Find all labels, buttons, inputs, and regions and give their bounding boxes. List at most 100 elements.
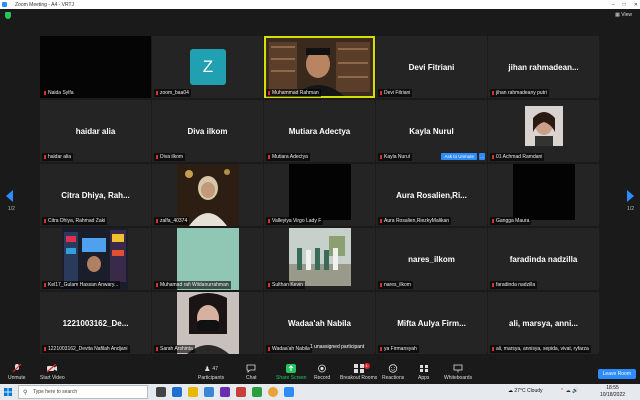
microphone-muted-icon (12, 364, 22, 373)
reactions-button[interactable]: Reactions (382, 364, 404, 381)
task-view-icon[interactable] (156, 387, 166, 397)
meeting-toolbar: Unmute Start Video ♟ 47 Participants Chat… (0, 362, 640, 384)
maximize-icon[interactable]: □ (623, 2, 626, 8)
participant-tile[interactable]: Mutiara Adectya Mutiara Adectya (264, 100, 375, 162)
participant-tile[interactable]: Aura Rosalien,Ri... Aura Rosalien,Riezky… (376, 164, 487, 226)
ask-to-unmute-button[interactable]: Ask to Unmute (441, 153, 477, 160)
apps-button[interactable]: Apps (418, 364, 429, 381)
edge-icon[interactable] (172, 387, 182, 397)
participant-tile[interactable]: 1221003162_De... 1221003162_Devita Nafil… (40, 292, 151, 354)
participant-label: Gangga Maura (490, 217, 532, 225)
whiteboards-label: Whiteboards (444, 375, 473, 381)
whiteboards-button[interactable]: Whiteboards (444, 364, 472, 381)
participant-tile[interactable]: Z zoom_baa04 (152, 36, 263, 98)
close-icon[interactable]: ✕ (634, 2, 638, 8)
participant-tile[interactable]: Devi Fitriani Devi Fitriani (376, 36, 487, 98)
participants-label: Participants (198, 375, 225, 381)
record-label: Record (314, 375, 331, 381)
profile-photo (525, 106, 563, 146)
taskbar-search-input[interactable]: ⚲ Type here to search (18, 385, 148, 399)
participant-tile[interactable]: Kayla Nurul Kayla Nurul Ask to Unmute ..… (376, 100, 487, 162)
participant-tile[interactable]: zalfa_40374 (152, 164, 263, 226)
participant-label: haidar alia (42, 153, 74, 161)
apps-label: Apps (418, 375, 430, 381)
participant-tile[interactable]: haidar alia haidar alia (40, 100, 151, 162)
participant-tile[interactable]: Valleyiya Virgo Lady F (264, 164, 375, 226)
participant-tile[interactable]: Muhamad rafi Wildanurrahman (152, 228, 263, 290)
camera-off-icon (47, 364, 58, 373)
view-label: View (621, 12, 632, 18)
video-feed (513, 164, 575, 220)
participant-label: Citra Dhiya, Rahmad Zaki (42, 217, 108, 225)
cloud-icon: ☁ (508, 388, 513, 394)
video-feed (289, 228, 351, 286)
store-icon[interactable] (220, 387, 230, 397)
mail-icon[interactable] (204, 387, 214, 397)
search-icon: ⚲ (23, 389, 28, 396)
search-placeholder: Type here to search (33, 389, 78, 395)
participants-button[interactable]: ♟ 47 Participants (198, 364, 225, 382)
participant-label: zoom_baa04 (154, 89, 191, 97)
participant-label: jihan rahmadeany putri (490, 89, 549, 97)
participants-count: 47 (212, 365, 218, 372)
participant-tile[interactable]: Diva ilkom Diva ilkom (152, 100, 263, 162)
whiteboard-icon (453, 364, 463, 373)
participant-tile[interactable]: nares_ilkom nares_ilkom (376, 228, 487, 290)
share-screen-button[interactable]: Share Screen (276, 364, 307, 381)
participant-tile[interactable]: Sarah Arshinta (152, 292, 263, 354)
zoom-taskbar-icon[interactable] (284, 387, 294, 397)
unmute-button[interactable]: Unmute (8, 364, 26, 381)
video-feed (289, 164, 351, 220)
participant-label: Kel17_Gulam Hassan Anwary... (42, 281, 121, 289)
start-video-button[interactable]: Start Video (40, 364, 65, 381)
participant-tile[interactable]: jihan rahmadean... jihan rahmadeany putr… (488, 36, 599, 98)
participant-tile[interactable]: Kel17_Gulam Hassan Anwary... (40, 228, 151, 290)
minimize-icon[interactable]: – (612, 2, 615, 8)
leave-room-button[interactable]: Leave Room (597, 369, 636, 379)
file-explorer-icon[interactable] (188, 387, 198, 397)
share-screen-label: Share Screen (276, 375, 307, 381)
prev-page-arrow-icon[interactable] (6, 190, 14, 202)
record-button[interactable]: Record (314, 364, 330, 381)
next-page-arrow-icon[interactable] (626, 190, 634, 202)
participant-label: Devi Fitriani (378, 89, 413, 97)
breakout-rooms-label: Breakout Rooms (340, 375, 378, 381)
office-icon[interactable] (236, 387, 246, 397)
participant-tile[interactable]: Sulthan Kevin (264, 228, 375, 290)
participant-tile[interactable]: faradinda nadzilla faradinda nadzilla (488, 228, 599, 290)
participant-label: Diva ilkom (154, 153, 186, 161)
smiley-icon (388, 364, 398, 373)
unassigned-participant-toast[interactable]: 1 unassigned participant (310, 344, 364, 350)
security-shield-icon[interactable] (5, 12, 11, 19)
window-titlebar: Zoom Meeting - A4 - VRTJ – □ ✕ (0, 0, 640, 9)
chat-button[interactable]: Chat (246, 364, 257, 381)
participant-tile[interactable]: Naida Sylfa (40, 36, 151, 98)
participant-label: Muhammad Rahman (266, 89, 321, 97)
avatar: Z (190, 49, 226, 85)
participant-label: ali, marsya, annisya, sepida, vivat, ryf… (490, 345, 591, 353)
participant-label: Naida Sylfa (42, 89, 76, 97)
participant-tile[interactable]: ali, marsya, anni... ali, marsya, annisy… (488, 292, 599, 354)
participant-label: Sulthan Kevin (266, 281, 305, 289)
participant-tile[interactable]: Gangga Maura (488, 164, 599, 226)
unmute-label: Unmute (8, 375, 26, 381)
system-tray[interactable]: ⌃ ☁ 🔊 (560, 388, 578, 394)
participant-tile-active-speaker[interactable]: Muhammad Rahman (264, 36, 375, 98)
weather-widget[interactable]: ☁ 27°C Cloudy (508, 388, 543, 394)
more-options-button[interactable]: ... (479, 153, 485, 160)
excel-icon[interactable] (252, 387, 262, 397)
chrome-icon[interactable] (268, 387, 278, 397)
breakout-rooms-button[interactable]: 1 Breakout Rooms (340, 363, 378, 381)
windows-start-icon[interactable] (4, 388, 12, 396)
participant-tile[interactable]: Mifta Aulya Firm... ya Firmansyah (376, 292, 487, 354)
view-button[interactable]: ▦ View (615, 12, 632, 18)
taskbar-clock[interactable]: 18:55 10/18/2022 (600, 385, 625, 399)
participant-label: Muhamad rafi Wildanurrahman (154, 281, 231, 289)
record-icon (318, 364, 326, 373)
windows-taskbar: ⚲ Type here to search ☁ 27°C Cloudy ⌃ ☁ … (0, 384, 640, 400)
video-feed (266, 38, 373, 96)
reactions-label: Reactions (382, 375, 405, 381)
window-title: Zoom Meeting - A4 - VRTJ (15, 1, 75, 8)
participant-tile[interactable]: Citra Dhiya, Rah... Citra Dhiya, Rahmad … (40, 164, 151, 226)
participant-tile[interactable]: 01 Achmad Ramdani (488, 100, 599, 162)
